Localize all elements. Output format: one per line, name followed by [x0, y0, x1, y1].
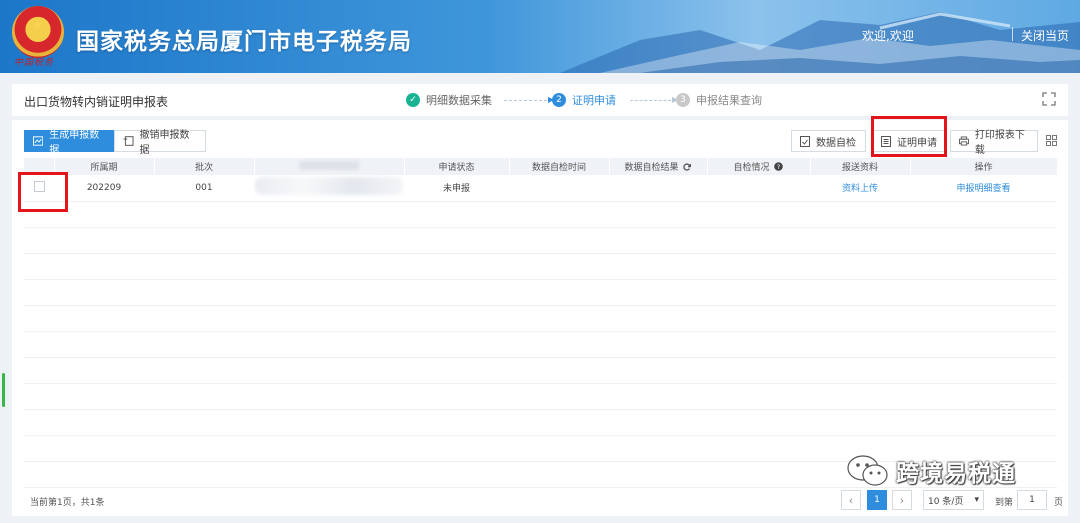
step-result-query[interactable]: 3 申报结果查询 — [676, 92, 762, 108]
col-header-check-result: 数据自检结果 — [609, 158, 708, 175]
redacted-block — [299, 160, 359, 170]
empty-row — [24, 409, 1057, 436]
generate-data-button[interactable]: 生成申报数据 — [24, 130, 114, 156]
empty-row — [24, 253, 1057, 280]
chart-icon — [33, 136, 44, 146]
declaration-table: 所属期 批次 申请状态 数据自检时间 数据自检结果 自检情况 ? 报送资料 操作… — [24, 158, 1058, 488]
goto-label: 到第 — [995, 498, 1014, 508]
batch-cell: 001 — [154, 175, 254, 202]
wechat-icon — [847, 455, 888, 486]
next-page-button[interactable]: › — [892, 490, 912, 510]
page-size-value: 10 条/页 — [928, 496, 964, 507]
empty-row — [24, 357, 1057, 384]
step-bar: 出口货物转内销证明申报表 ✓ 明细数据采集 ▶ 2 证明申请 ▶ 3 申报结果查… — [12, 84, 1068, 116]
goto-unit: 页 — [1054, 498, 1064, 508]
pagination-summary: 当前第1页，共1条 — [30, 498, 105, 508]
redacted-cell — [254, 175, 404, 202]
self-check-button[interactable]: 数据自检 — [791, 130, 866, 152]
welcome-text: 欢迎,欢迎 — [862, 29, 914, 43]
col-header-period: 所属期 — [54, 158, 155, 175]
step-detail-collection[interactable]: ✓ 明细数据采集 — [406, 92, 492, 108]
doc-check-icon — [800, 135, 810, 147]
check-icon: ✓ — [406, 93, 420, 107]
cert-apply-button[interactable]: 证明申请 — [872, 130, 946, 152]
col-header-check-status: 自检情况 ? — [707, 158, 811, 175]
view-detail-link[interactable]: 申报明细查看 — [956, 184, 1010, 194]
header-banner: ★ 中国税务 国家税务总局厦门市电子税务局 欢迎,欢迎 关闭当页 — [0, 0, 1080, 73]
col-header-check-time: 数据自检时间 — [509, 158, 610, 175]
empty-row — [24, 279, 1057, 306]
site-title: 国家税务总局厦门市电子税务局 — [76, 29, 412, 55]
step-cert-apply[interactable]: 2 证明申请 — [552, 92, 616, 108]
tax-emblem-icon: ★ — [12, 6, 64, 58]
upload-docs-link[interactable]: 资料上传 — [842, 184, 878, 194]
redacted-block — [254, 177, 404, 196]
svg-text:?: ? — [777, 163, 780, 171]
row-checkbox[interactable] — [33, 180, 45, 192]
check-result-label: 数据自检结果 — [624, 163, 679, 173]
printer-icon — [959, 136, 969, 146]
table-row: 202209 001 未申报 资料上传 申报明细查看 — [24, 175, 1057, 202]
side-scroll-indicator — [2, 373, 5, 407]
step-number: 2 — [552, 93, 566, 107]
cert-apply-label: 证明申请 — [897, 137, 937, 149]
generate-data-label: 生成申报数据 — [49, 130, 100, 156]
cancel-data-button[interactable]: 撤销申报数据 — [114, 130, 206, 156]
header-divider — [1012, 27, 1013, 41]
row-select-cell — [24, 175, 54, 202]
print-download-button[interactable]: 打印报表下载 — [950, 130, 1038, 156]
col-header-action: 操作 — [910, 158, 1058, 175]
chevron-down-icon: ▾ — [974, 495, 979, 505]
page-size-select[interactable]: 10 条/页 ▾ — [923, 490, 984, 510]
check-status-cell — [707, 175, 810, 202]
col-header-select — [24, 158, 55, 175]
action-cell: 申报明细查看 — [910, 175, 1057, 202]
check-time-cell — [509, 175, 609, 202]
status-cell: 未申报 — [404, 175, 509, 202]
undo-doc-icon — [123, 136, 134, 146]
watermark: 跨境易税通 — [846, 454, 1016, 488]
step-label: 证明申请 — [572, 94, 616, 107]
docs-cell: 资料上传 — [810, 175, 910, 202]
step-connector — [630, 100, 676, 101]
close-page-link[interactable]: 关闭当页 — [1021, 27, 1069, 44]
step-number: 3 — [676, 93, 690, 107]
help-icon[interactable]: ? — [774, 162, 784, 171]
document-icon — [881, 135, 891, 147]
empty-row — [24, 201, 1057, 228]
check-status-label: 自检情况 — [733, 163, 770, 173]
emblem-caption: 中国税务 — [14, 58, 55, 68]
table-header: 所属期 批次 申请状态 数据自检时间 数据自检结果 自检情况 ? 报送资料 操作 — [24, 158, 1058, 175]
empty-row — [24, 383, 1057, 410]
step-label: 申报结果查询 — [696, 94, 762, 107]
print-download-label: 打印报表下载 — [974, 130, 1025, 156]
page-title: 出口货物转内销证明申报表 — [24, 95, 169, 109]
page-number-current[interactable]: 1 — [867, 490, 887, 510]
empty-row — [24, 305, 1057, 332]
col-header-redacted — [254, 158, 405, 175]
refresh-icon[interactable] — [683, 163, 692, 171]
goto-page-input[interactable] — [1017, 490, 1047, 510]
empty-row — [24, 331, 1057, 358]
period-cell: 202209 — [54, 175, 154, 202]
col-header-batch: 批次 — [154, 158, 255, 175]
cancel-data-label: 撤销申报数据 — [139, 130, 190, 156]
empty-row — [24, 227, 1057, 254]
check-result-cell — [609, 175, 707, 202]
col-header-status: 申请状态 — [404, 158, 510, 175]
prev-page-button[interactable]: ‹ — [841, 490, 861, 510]
col-header-docs: 报送资料 — [810, 158, 911, 175]
step-connector — [504, 100, 552, 101]
step-label: 明细数据采集 — [426, 94, 492, 107]
watermark-text: 跨境易税通 — [896, 461, 1016, 487]
self-check-label: 数据自检 — [816, 137, 856, 149]
fullscreen-icon[interactable] — [1042, 92, 1056, 106]
column-settings-icon[interactable] — [1046, 135, 1057, 146]
